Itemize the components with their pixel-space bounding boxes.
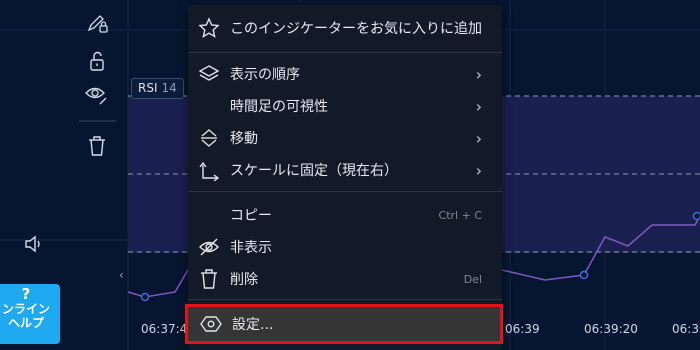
time-axis-label: 06:37:4 bbox=[141, 322, 188, 336]
menu-item-copy[interactable]: コピー Ctrl + C bbox=[188, 199, 502, 231]
rsi-point bbox=[579, 270, 589, 280]
scroll-left-icon[interactable]: ‹ bbox=[119, 268, 124, 282]
menu-label: 非表示 bbox=[230, 240, 272, 256]
help-question-icon: ? bbox=[21, 285, 31, 303]
trash-icon bbox=[89, 136, 105, 156]
remove-drawings-button[interactable] bbox=[84, 133, 110, 159]
chevron-right-icon: › bbox=[475, 160, 482, 180]
rsi-name: RSI bbox=[138, 81, 158, 95]
chevron-right-icon: › bbox=[475, 128, 482, 148]
trash-icon bbox=[198, 268, 220, 290]
rsi-point bbox=[692, 211, 700, 221]
chevron-right-icon: › bbox=[475, 96, 482, 116]
menu-divider bbox=[188, 299, 502, 300]
eye-crossed-icon bbox=[198, 236, 220, 258]
chevron-right-icon: › bbox=[475, 64, 482, 84]
hide-drawings-button[interactable] bbox=[84, 82, 110, 108]
rsi-period: 14 bbox=[161, 81, 177, 95]
menu-item-visual-order[interactable]: 表示の順序 › bbox=[188, 58, 502, 90]
pencil-lock-icon bbox=[87, 15, 108, 33]
speaker-icon bbox=[25, 235, 40, 253]
menu-label: 表示の順序 bbox=[230, 67, 300, 83]
menu-item-add-favorite[interactable]: このインジケーターをお気に入りに追加 bbox=[188, 12, 502, 44]
scale-axes-icon bbox=[198, 159, 220, 181]
unlock-icon bbox=[90, 51, 104, 71]
rsi-indicator-label[interactable]: RSI 14 bbox=[131, 78, 184, 99]
time-axis-label: 06:39 bbox=[505, 322, 540, 336]
shortcut-label: Ctrl + C bbox=[438, 208, 482, 222]
help-label-line1: ンライン bbox=[1, 302, 50, 316]
time-axis-label: 06:39:20 bbox=[584, 322, 638, 336]
move-updown-icon bbox=[198, 127, 220, 149]
online-help-button[interactable]: ? ンライン ヘルプ bbox=[0, 284, 60, 344]
menu-item-settings[interactable]: 設定... bbox=[185, 304, 503, 344]
menu-label: 時間足の可視性 bbox=[230, 99, 328, 115]
menu-item-pin-to-scale[interactable]: スケールに固定（現在右） › bbox=[188, 154, 502, 186]
edit-pencil-lock-button[interactable] bbox=[84, 10, 110, 36]
menu-label: 設定... bbox=[232, 317, 274, 333]
menu-item-move[interactable]: 移動 › bbox=[188, 122, 502, 154]
context-menu: このインジケーターをお気に入りに追加 表示の順序 › 時間足の可視性 › 移動 … bbox=[185, 5, 503, 350]
eye-pencil-icon bbox=[85, 87, 107, 105]
menu-label: スケールに固定（現在右） bbox=[230, 163, 398, 179]
star-icon bbox=[198, 17, 220, 39]
menu-label: コピー bbox=[230, 208, 272, 224]
menu-label: 移動 bbox=[230, 131, 258, 147]
time-axis-label: 06:39 bbox=[672, 322, 700, 336]
hexagon-settings-icon bbox=[200, 313, 222, 335]
menu-divider bbox=[188, 191, 502, 192]
help-label-line2: ヘルプ bbox=[7, 316, 44, 330]
menu-label: このインジケーターをお気に入りに追加 bbox=[230, 21, 482, 37]
menu-label: 削除 bbox=[230, 272, 258, 288]
menu-divider bbox=[188, 52, 502, 53]
menu-item-timeframe-visibility[interactable]: 時間足の可視性 › bbox=[188, 90, 502, 122]
rsi-point bbox=[140, 292, 150, 302]
layers-icon bbox=[198, 63, 220, 85]
menu-item-hide[interactable]: 非表示 bbox=[188, 231, 502, 263]
shortcut-label: Del bbox=[463, 272, 482, 286]
unlock-button[interactable] bbox=[84, 48, 110, 74]
menu-item-delete[interactable]: 削除 Del bbox=[188, 263, 502, 295]
sound-button[interactable] bbox=[20, 231, 46, 257]
